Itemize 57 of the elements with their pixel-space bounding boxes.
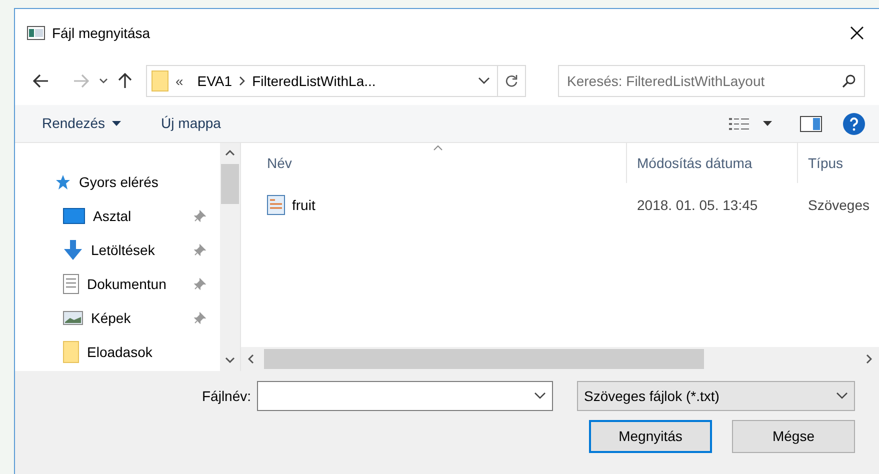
filename-field[interactable]	[257, 381, 554, 411]
chevron-down-icon[interactable]	[99, 78, 108, 84]
up-arrow-icon[interactable]	[118, 73, 132, 89]
folder-icon	[63, 341, 79, 363]
overflow-chevrons[interactable]: «	[176, 70, 184, 92]
chevron-right-icon	[239, 76, 246, 86]
monitor-icon	[63, 208, 85, 224]
breadcrumb-item[interactable]: EVA1	[197, 70, 232, 92]
caret-icon	[112, 121, 122, 126]
filename-label: Fájlnév:	[202, 386, 252, 406]
column-header[interactable]: Név	[241, 143, 627, 183]
app-icon	[27, 26, 45, 40]
scroll-right-icon[interactable]	[866, 354, 872, 364]
search-placeholder: Keresés: FilteredListWithLayout	[567, 72, 765, 91]
scroll-thumb[interactable]	[221, 164, 239, 204]
back-arrow-icon[interactable]	[33, 74, 49, 88]
search-icon	[842, 74, 856, 88]
picture-icon	[63, 311, 83, 325]
scroll-down-icon[interactable]	[225, 357, 235, 363]
text-file-icon	[267, 195, 285, 215]
window-title: Fájl megnyitása	[52, 24, 150, 43]
scroll-thumb[interactable]	[264, 349, 704, 369]
sidebar-item[interactable]: Képek	[15, 301, 220, 335]
open-button[interactable]: Megnyitás	[589, 420, 712, 453]
folder-icon	[150, 70, 168, 92]
down-arrow-icon	[63, 240, 83, 260]
breadcrumb-item[interactable]: FilteredListWithLa...	[252, 70, 376, 92]
scroll-up-icon[interactable]	[225, 150, 235, 156]
refresh-icon[interactable]	[505, 74, 518, 88]
table-cell-text: 2018. 01. 05. 13:45	[636, 196, 759, 214]
search-field[interactable]: Keresés: FilteredListWithLayout	[558, 65, 865, 97]
sidebar-item[interactable]: Asztal	[15, 199, 220, 233]
scroll-left-icon[interactable]	[248, 354, 254, 364]
column-header[interactable]: Módosítás dátuma	[627, 143, 798, 183]
address-bar[interactable]: « EVA1 FilteredListWithLa...	[146, 65, 526, 97]
column-header[interactable]: Típus	[798, 143, 878, 183]
chevron-down-icon	[836, 392, 848, 400]
preview-pane-icon[interactable]	[800, 116, 822, 132]
sidebar-item[interactable]: Gyors elérés	[15, 165, 220, 199]
new-folder-button[interactable]: Új mappa	[161, 113, 221, 134]
sidebar-item[interactable]: Eloadasok	[15, 335, 220, 369]
chevron-down-icon[interactable]	[534, 392, 546, 400]
close-icon[interactable]	[850, 26, 864, 40]
table-cell-text: Szöveges	[807, 196, 870, 215]
sidebar-item[interactable]: Letöltések	[15, 233, 220, 267]
cancel-button[interactable]: Mégse	[732, 420, 855, 453]
help-icon[interactable]	[843, 112, 865, 134]
horizontal-scrollbar[interactable]	[241, 347, 879, 371]
sidebar-item[interactable]: Dokumentun	[15, 267, 220, 301]
organize-menu[interactable]: Rendezés	[42, 113, 122, 134]
view-list-icon[interactable]	[729, 116, 749, 130]
document-icon	[63, 274, 79, 294]
file-type-dropdown[interactable]: Szöveges fájlok (*.txt)	[577, 381, 855, 411]
chevron-down-icon[interactable]	[478, 77, 490, 85]
file-name[interactable]: fruit	[292, 194, 316, 216]
caret-icon[interactable]	[763, 121, 772, 126]
vertical-scrollbar[interactable]	[220, 143, 240, 371]
